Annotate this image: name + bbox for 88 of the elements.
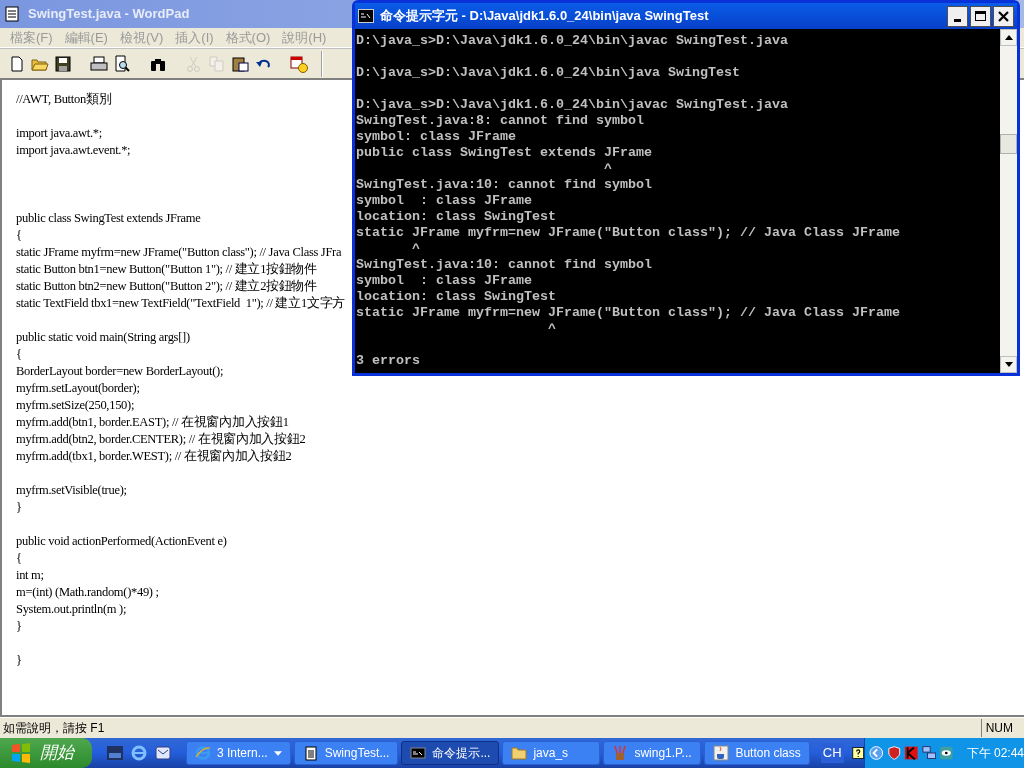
code-line: myfrm.add(tbx1, border.WEST); // 在視窗內加入按鈕2 [16, 448, 292, 465]
network-computers-icon[interactable] [921, 745, 937, 761]
clock: 下午 02:44 [966, 745, 1024, 762]
console-line: symbol : class JFrame [356, 193, 532, 209]
status-text: 如需說明，請按 F1 [3, 720, 105, 737]
taskbar-button[interactable]: 3 Intern... [186, 741, 291, 765]
taskbar-button[interactable]: Button class [704, 741, 810, 765]
k-logo-icon[interactable] [904, 745, 919, 761]
code-line: public static void main(String args[]) [16, 329, 190, 346]
console-line: D:\java_s>D:\Java\jdk1.6.0_24\bin\javac SwingTest.java [356, 97, 788, 113]
code-line: System.out.println(m ); [16, 601, 127, 618]
scroll-up-icon[interactable] [1000, 29, 1017, 46]
taskbar-button[interactable]: java_s [502, 741, 601, 765]
close-button[interactable] [993, 5, 1014, 27]
console-icon [410, 745, 427, 761]
code-line: { [16, 227, 22, 244]
code-line: public void actionPerformed(ActionEvent e) [16, 533, 227, 550]
taskbar-button[interactable]: 命令提示... [401, 741, 500, 765]
num-lock-indicator: NUM [980, 719, 1017, 737]
mail-envelope-icon[interactable] [154, 744, 172, 762]
dropdown-caret-icon [273, 750, 282, 756]
new-document-icon[interactable] [8, 54, 26, 73]
code-line: m=(int) (Math.random()*49) ; [16, 584, 159, 601]
console-line: symbol: class JFrame [356, 129, 516, 145]
calendar-clock-icon[interactable] [290, 54, 308, 73]
code-line: import java.awt.*; [16, 125, 102, 142]
code-line: } [16, 652, 22, 669]
code-line: //AWT, Button類別 [16, 91, 112, 108]
taskbar-button[interactable]: SwingTest... [293, 741, 399, 765]
code-line: { [16, 550, 22, 567]
console-line: symbol : class JFrame [356, 273, 532, 289]
code-line: } [16, 618, 22, 635]
console-line: ^ [546, 321, 556, 337]
code-line: static Button btn1=new Button("Button 1"); // 建立1按鈕物件 [16, 261, 317, 278]
notepad-icon [302, 745, 319, 761]
start-button[interactable]: 開始 [0, 738, 92, 768]
window-title: SwingTest.java - WordPad [28, 5, 190, 24]
window-title: 命令提示字元 - D:\Java\jdk1.6.0_24\bin\java SwingTest [380, 7, 709, 26]
console-line: ^ [411, 241, 420, 257]
code-line: } [16, 499, 22, 516]
code-line: BorderLayout border=new BorderLayout(); [16, 363, 224, 380]
console-line: 3 errors [356, 353, 420, 369]
console-line: location: class SwingTest [356, 209, 556, 225]
console-line: static JFrame myfrm=new JFrame("Button class"); // Java Class JFrame [356, 225, 900, 241]
console-line: static JFrame myfrm=new JFrame("Button class"); // Java Class JFrame [356, 305, 900, 321]
scroll-down-icon[interactable] [1000, 356, 1017, 373]
browser-e-icon[interactable] [130, 744, 148, 762]
document-icon [4, 6, 20, 22]
console-line: location: class SwingTest [356, 289, 556, 305]
maximize-button[interactable] [970, 5, 991, 27]
ide-icon[interactable] [106, 744, 124, 762]
shield-icon[interactable] [886, 745, 902, 761]
page-magnifier-icon[interactable] [113, 54, 131, 73]
taskbar-button[interactable]: swing1.P... [603, 741, 702, 765]
console-line: D:\java_s>D:\Java\jdk1.6.0_24\bin\java SwingTest [356, 65, 740, 81]
windows-logo-icon [10, 742, 32, 764]
code-line: int m; [16, 567, 44, 584]
scrollbar[interactable] [1000, 29, 1017, 373]
code-line: myfrm.add(btn2, border.CENTER); // 在視窗內加入按鈕2 [16, 431, 306, 448]
language-indicator[interactable]: CH [820, 743, 844, 763]
help-icon[interactable] [851, 745, 864, 761]
console-line: SwingTest.java:8: cannot find symbol [356, 113, 644, 129]
code-line: public class SwingTest extends JFrame [16, 210, 201, 227]
code-line: import java.awt.event.*; [16, 142, 131, 159]
code-line: static JFrame myfrm=new JFrame("Button class"); // Java Class JFra [16, 244, 342, 261]
console-line: SwingTest.java:10: cannot find symbol [356, 177, 652, 193]
console-line: D:\java_s>D:\Java\jdk1.6.0_24\bin\javac SwingTest.java [356, 33, 788, 49]
console-icon [358, 9, 374, 23]
folder-icon [511, 745, 528, 761]
code-line: myfrm.setLayout(border); [16, 380, 140, 397]
eye-icon[interactable] [939, 745, 954, 761]
console-line: ^ [602, 161, 612, 177]
close-icon [998, 10, 1009, 22]
code-line: static Button btn2=new Button("Button 2"); // 建立2按鈕物件 [16, 278, 317, 295]
minimize-button[interactable] [947, 5, 968, 27]
coffee-cup-icon [713, 745, 730, 761]
console-line: public class SwingTest extends JFrame [356, 145, 652, 161]
browser-e-icon [195, 745, 211, 761]
code-line: static TextField tbx1=new TextField("TextField 1"); // 建立1文字方 [16, 295, 345, 312]
code-line: myfrm.setVisible(true); [16, 482, 127, 499]
clipboard-icon[interactable] [231, 54, 249, 73]
code-line: myfrm.add(btn1, border.EAST); // 在視窗內加入按鈕1 [16, 414, 289, 431]
scroll-thumb[interactable] [1000, 134, 1017, 154]
console-line: SwingTest.java:10: cannot find symbol [356, 257, 652, 273]
printer-icon[interactable] [90, 54, 108, 73]
code-line: { [16, 346, 22, 363]
brushes-icon [612, 745, 629, 761]
code-line: myfrm.setSize(250,150); [16, 397, 135, 414]
